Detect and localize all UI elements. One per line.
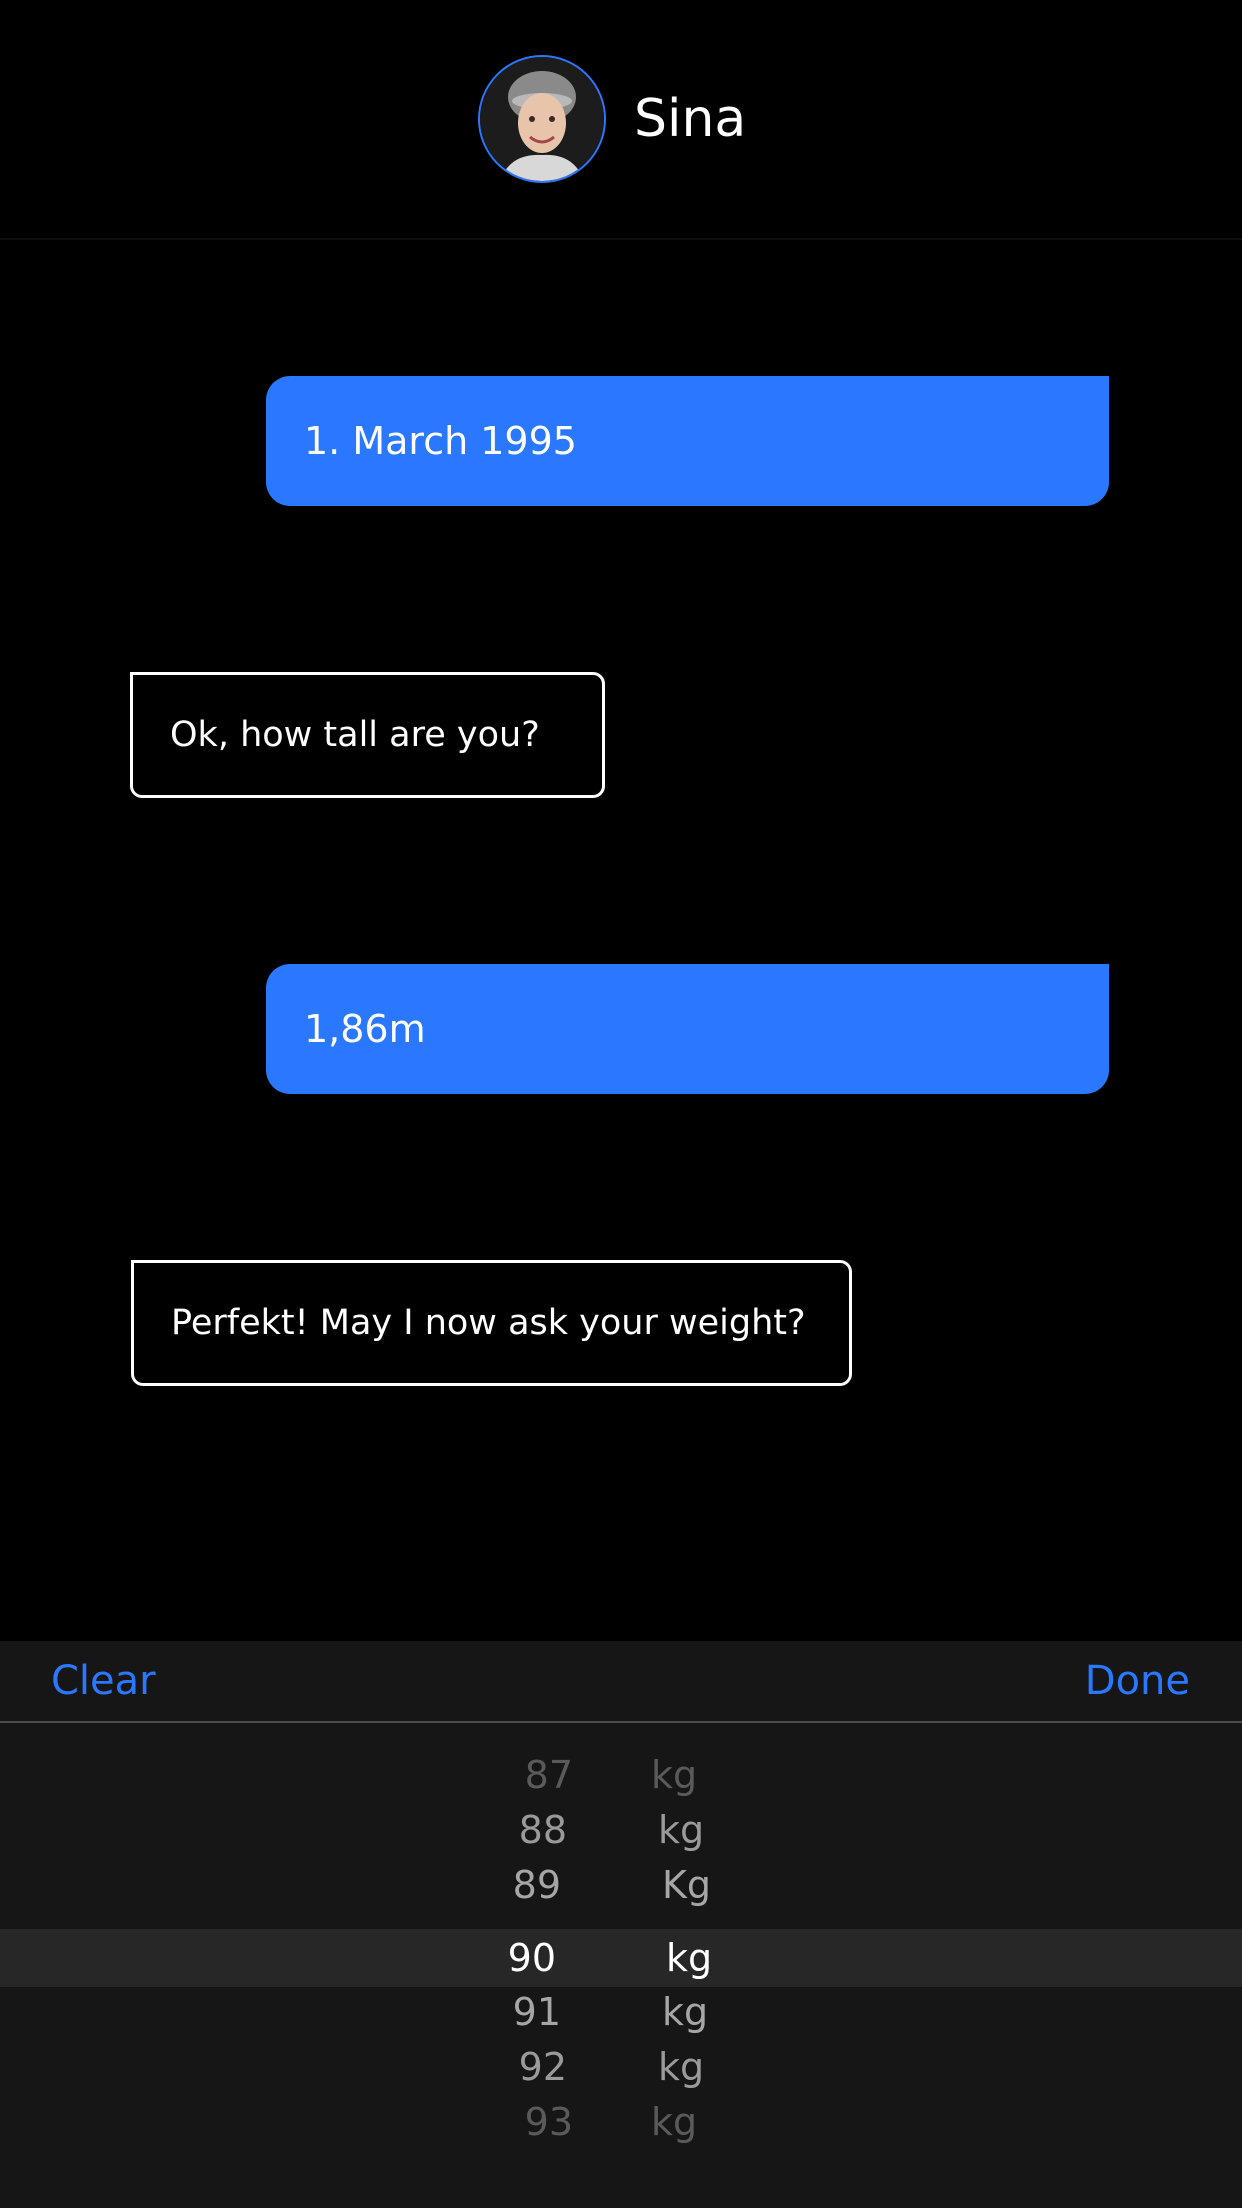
clear-button[interactable]: Clear (51, 1653, 156, 1709)
message-text: Ok, how tall are you? (170, 715, 540, 755)
picker-row[interactable]: 87 kg (0, 1748, 1242, 1803)
message-text: 1. March 1995 (304, 419, 577, 463)
message-text: 1,86m (304, 1007, 426, 1051)
contact-avatar[interactable] (478, 55, 606, 183)
person-avatar-icon (480, 57, 604, 181)
done-button[interactable]: Done (1085, 1653, 1190, 1709)
picker-value: 93 (524, 2100, 573, 2144)
picker-value: 89 (512, 1863, 561, 1907)
picker-row[interactable]: 92 kg (0, 2040, 1242, 2095)
chat-header: Sina (0, 0, 1242, 240)
picker-value: 91 (512, 1990, 561, 2034)
picker-unit: kg (658, 1808, 705, 1852)
picker-row[interactable]: 93 kg (0, 2095, 1242, 2150)
picker-unit: kg (662, 1990, 709, 2034)
weight-picker[interactable]: 87 kg 88 kg 89 Kg 90 kg 91 kg 92 kg 93 k… (0, 1723, 1242, 2208)
picker-row[interactable]: 89 Kg (0, 1858, 1242, 1913)
picker-value: 88 (518, 1808, 567, 1852)
picker-unit: kg (666, 1936, 713, 1980)
picker-toolbar: Clear Done (0, 1641, 1242, 1723)
picker-row[interactable]: 91 kg (0, 1985, 1242, 2040)
picker-value: 92 (518, 2045, 567, 2089)
contact-name: Sina (634, 89, 747, 149)
incoming-message: Perfekt! May I now ask your weight? (131, 1260, 852, 1386)
picker-unit: kg (651, 2100, 698, 2144)
picker-value: 90 (507, 1936, 556, 1980)
picker-unit: kg (651, 1753, 698, 1797)
picker-unit: Kg (662, 1863, 712, 1907)
picker-row[interactable]: 88 kg (0, 1803, 1242, 1858)
picker-row-selected[interactable]: 90 kg (0, 1931, 1242, 1986)
outgoing-message: 1,86m (266, 964, 1109, 1094)
incoming-message: Ok, how tall are you? (130, 672, 605, 798)
outgoing-message: 1. March 1995 (266, 376, 1109, 506)
picker-unit: kg (658, 2045, 705, 2089)
message-text: Perfekt! May I now ask your weight? (171, 1303, 806, 1343)
picker-value: 87 (524, 1753, 573, 1797)
